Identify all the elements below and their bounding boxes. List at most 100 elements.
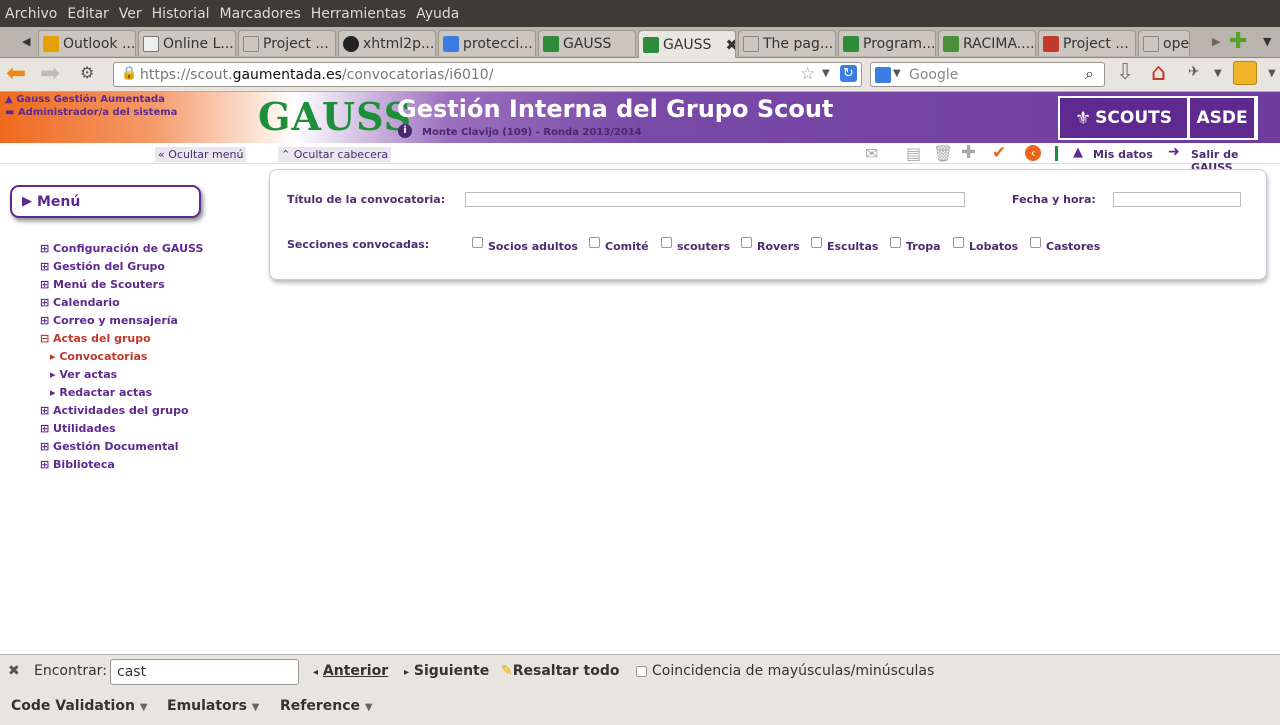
tab-project[interactable]: Project ... bbox=[238, 30, 336, 56]
emulators-menu[interactable]: Emulators ▼ bbox=[167, 698, 260, 714]
sidebar-item-biblioteca[interactable]: ⊞ Biblioteca bbox=[40, 458, 115, 471]
user-icon: ▲ bbox=[1073, 145, 1083, 160]
highlight-all-button[interactable]: ✎Resaltar todo bbox=[501, 663, 619, 679]
url-dropdown-icon[interactable]: ▼ bbox=[822, 68, 830, 79]
find-previous-button[interactable]: ◂ Anterior bbox=[313, 663, 388, 679]
downloads-icon[interactable]: ⇩ bbox=[1116, 60, 1134, 85]
title-input[interactable] bbox=[465, 192, 965, 207]
search-engine-icon[interactable] bbox=[875, 67, 891, 83]
my-data-link[interactable]: Mis datos bbox=[1093, 148, 1153, 161]
checkbox-escultas[interactable] bbox=[811, 237, 822, 248]
checkbox-comite[interactable] bbox=[589, 237, 600, 248]
code-validation-menu[interactable]: Code Validation ▼ bbox=[11, 698, 148, 714]
sidebar-item-gestion-grupo[interactable]: ⊞ Gestión del Grupo bbox=[40, 260, 165, 273]
info-icon[interactable]: i bbox=[398, 124, 412, 138]
tab-gauss-1[interactable]: GAUSS bbox=[538, 30, 636, 56]
find-bar: ✖ Encontrar: cast ◂ Anterior ▸ Siguiente… bbox=[0, 654, 1280, 690]
hide-menu-button[interactable]: « Ocultar menú bbox=[155, 147, 247, 162]
search-bar[interactable]: ▼ Google ⌕ bbox=[870, 62, 1105, 87]
sidebar-item-configuracion[interactable]: ⊞ Configuración de GAUSS bbox=[40, 242, 203, 255]
menu-marcadores[interactable]: Marcadores bbox=[220, 6, 301, 22]
checkbox-tropa[interactable] bbox=[890, 237, 901, 248]
section-castores: Castores bbox=[1046, 240, 1101, 253]
menu-archivo[interactable]: Archivo bbox=[5, 6, 57, 22]
gauss-header: ▲ Gauss Gestión Aumentada ▬ Administrado… bbox=[0, 92, 1280, 143]
back-arrow-icon[interactable]: ⬅ bbox=[6, 59, 26, 87]
menu-title-button[interactable]: ▶ Menú bbox=[10, 185, 201, 218]
sidebar-item-scouters[interactable]: ⊞ Menú de Scouters bbox=[40, 278, 165, 291]
sidebar-item-actividades[interactable]: ⊞ Actividades del grupo bbox=[40, 404, 189, 417]
sidebar-subitem-ver-actas[interactable]: ▸ Ver actas bbox=[50, 368, 117, 381]
tabs-scroll-right-icon[interactable]: ▶ bbox=[1212, 35, 1220, 48]
highlighter-icon: ✎ bbox=[501, 663, 513, 679]
search-engine-dropdown-icon[interactable]: ▼ bbox=[893, 68, 901, 79]
close-find-icon[interactable]: ✖ bbox=[8, 663, 20, 679]
tab-xhtml2p[interactable]: xhtml2p... bbox=[338, 30, 436, 56]
match-case-checkbox[interactable] bbox=[636, 666, 647, 677]
history-icon[interactable]: ⚙ bbox=[80, 63, 94, 82]
find-next-button[interactable]: ▸ Siguiente bbox=[404, 663, 489, 679]
tab-outlook[interactable]: Outlook ... bbox=[38, 30, 136, 56]
bookmark-star-icon[interactable]: ☆ bbox=[800, 64, 815, 84]
page-favicon-icon bbox=[1143, 35, 1159, 52]
sidebar-item-calendario[interactable]: ⊞ Calendario bbox=[40, 296, 120, 309]
tab-proteccion[interactable]: protecci... bbox=[438, 30, 536, 56]
hide-header-button[interactable]: ⌃ Ocultar cabecera bbox=[278, 147, 392, 162]
add-icon[interactable]: ✚ bbox=[961, 142, 976, 163]
app-menubar: Archivo Editar Ver Historial Marcadores … bbox=[0, 0, 1280, 27]
save-check-icon[interactable]: ✔ bbox=[992, 143, 1006, 163]
folder-icon[interactable] bbox=[1233, 61, 1257, 85]
reference-menu[interactable]: Reference ▼ bbox=[280, 698, 373, 714]
tab-ope[interactable]: ope bbox=[1138, 30, 1190, 56]
search-icon[interactable]: ⌕ bbox=[1085, 64, 1094, 84]
addon-dropdown-icon[interactable]: ▼ bbox=[1214, 68, 1222, 79]
checkbox-scouters[interactable] bbox=[661, 237, 672, 248]
document-icon[interactable]: ▤ bbox=[906, 144, 921, 163]
scouts-logo: ⚜ SCOUTS bbox=[1060, 98, 1187, 138]
section-escultas: Escultas bbox=[827, 240, 879, 253]
menu-herramientas[interactable]: Herramientas bbox=[311, 6, 406, 22]
trash-icon[interactable]: 🗑 bbox=[933, 144, 953, 163]
gauss-favicon-icon bbox=[543, 35, 559, 52]
tab-gauss-active[interactable]: GAUSS✖ bbox=[638, 30, 736, 58]
menu-ver[interactable]: Ver bbox=[119, 6, 142, 22]
section-tropa: Tropa bbox=[906, 240, 941, 253]
checkbox-lobatos[interactable] bbox=[953, 237, 964, 248]
addon-icon[interactable]: ✈ bbox=[1188, 64, 1200, 80]
tab-online[interactable]: Online L... bbox=[138, 30, 236, 56]
checkbox-castores[interactable] bbox=[1030, 237, 1041, 248]
home-icon[interactable]: ⌂ bbox=[1151, 58, 1166, 86]
forward-arrow-icon[interactable]: ➡ bbox=[40, 59, 60, 87]
reload-icon[interactable]: ↻ bbox=[840, 65, 857, 82]
url-bar[interactable]: 🔒 https://scout. gaumentada.es/convocator… bbox=[113, 62, 862, 87]
tab-the-page[interactable]: The pag... bbox=[738, 30, 836, 56]
menu-ayuda[interactable]: Ayuda bbox=[416, 6, 459, 22]
tab-list-icon[interactable]: ▼ bbox=[1263, 35, 1271, 48]
date-input[interactable] bbox=[1113, 192, 1241, 207]
user-role-line[interactable]: ▬ Administrador/a del sistema bbox=[5, 107, 177, 118]
menu-dropdown-icon[interactable]: ▼ bbox=[1268, 68, 1276, 79]
sidebar-item-gestion-documental[interactable]: ⊞ Gestión Documental bbox=[40, 440, 179, 453]
back-circle-icon[interactable]: ‹ bbox=[1025, 145, 1041, 161]
sidebar-item-utilidades[interactable]: ⊞ Utilidades bbox=[40, 422, 116, 435]
new-tab-icon[interactable]: ✚ bbox=[1229, 29, 1247, 54]
find-input[interactable]: cast bbox=[110, 659, 299, 685]
sidebar-item-correo[interactable]: ⊞ Correo y mensajería bbox=[40, 314, 178, 327]
checkbox-rovers[interactable] bbox=[741, 237, 752, 248]
sidebar-item-actas[interactable]: ⊟ Actas del grupo bbox=[40, 332, 151, 345]
gauss-favicon-icon bbox=[643, 36, 659, 53]
scouts-asde-logo: ⚜ SCOUTS ASDE bbox=[1058, 96, 1258, 140]
menu-historial[interactable]: Historial bbox=[152, 6, 210, 22]
close-tab-icon[interactable]: ✖ bbox=[725, 36, 735, 54]
tab-racima[interactable]: RACIMA.... bbox=[938, 30, 1036, 56]
tabs-scroll-left-icon[interactable]: ◀ bbox=[22, 35, 30, 48]
sidebar-subitem-redactar-actas[interactable]: ▸ Redactar actas bbox=[50, 386, 152, 399]
menu-editar[interactable]: Editar bbox=[67, 6, 108, 22]
user-app-line[interactable]: ▲ Gauss Gestión Aumentada bbox=[5, 94, 165, 105]
exit-icon: ➜ bbox=[1168, 144, 1180, 160]
tab-program[interactable]: Program... bbox=[838, 30, 936, 56]
sidebar-subitem-convocatorias[interactable]: ▸ Convocatorias bbox=[50, 350, 147, 363]
send-mail-icon[interactable]: ✉ bbox=[865, 144, 878, 163]
checkbox-socios-adultos[interactable] bbox=[472, 237, 483, 248]
tab-project-2[interactable]: Project ... bbox=[1038, 30, 1136, 56]
